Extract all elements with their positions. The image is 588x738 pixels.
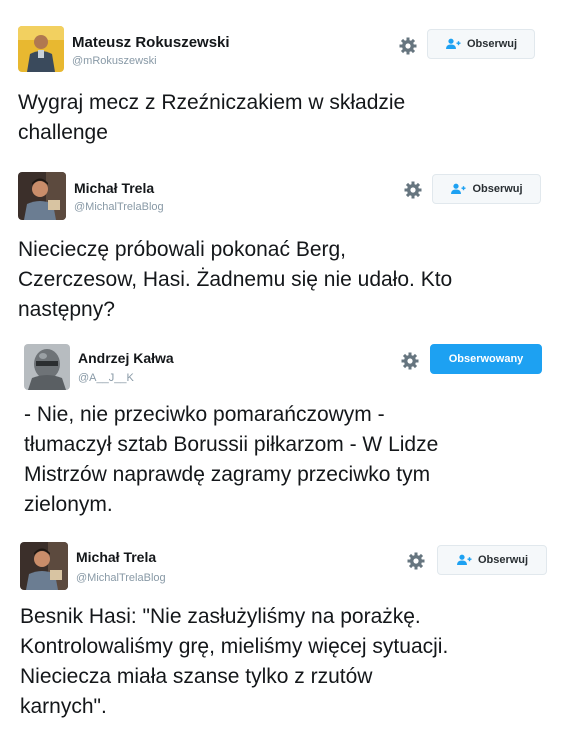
tweet-text-line: Niecieczę próbowali pokonać Berg, bbox=[18, 238, 347, 261]
follow-button[interactable]: Obserwuj bbox=[427, 29, 535, 59]
tweet-text: Besnik Hasi: "Nie zasłużyliśmy na porażk… bbox=[20, 602, 448, 722]
tweet-1: Mateusz Rokuszewski @mRokuszewski Obserw… bbox=[0, 0, 588, 160]
gear-icon[interactable] bbox=[403, 180, 423, 200]
follow-button[interactable]: Obserwuj bbox=[432, 174, 541, 204]
tweet-text-line: Besnik Hasi: "Nie zasłużyliśmy na porażk… bbox=[20, 605, 421, 628]
tweet-text-line: karnych". bbox=[20, 695, 107, 718]
add-user-icon bbox=[451, 183, 466, 194]
tweet-text-line: następny? bbox=[18, 298, 115, 321]
tweet-text: - Nie, nie przeciwko pomarańczowym - tłu… bbox=[24, 400, 438, 520]
tweet-text-line: Czerczesow, Hasi. Żadnemu się nie udało.… bbox=[18, 268, 453, 291]
tweet-text-line: zielonym. bbox=[24, 493, 113, 516]
avatar[interactable] bbox=[18, 26, 64, 72]
following-button[interactable]: Obserwowany bbox=[430, 344, 542, 374]
follow-button-label: Obserwuj bbox=[477, 554, 529, 566]
following-button-label: Obserwowany bbox=[448, 353, 524, 365]
avatar[interactable] bbox=[18, 172, 66, 220]
author-name[interactable]: Michał Trela bbox=[74, 180, 154, 196]
author-handle[interactable]: @MichalTrelaBlog bbox=[74, 201, 164, 213]
author-name[interactable]: Michał Trela bbox=[76, 549, 156, 565]
tweet-text-line: Kontrolowaliśmy grę, mieliśmy więcej syt… bbox=[20, 635, 449, 658]
author-name[interactable]: Andrzej Kałwa bbox=[78, 350, 174, 366]
avatar[interactable] bbox=[24, 344, 70, 390]
gear-icon[interactable] bbox=[406, 551, 426, 571]
tweet-text-line: - Nie, nie przeciwko pomarańczowym - bbox=[24, 403, 385, 426]
author-handle[interactable]: @mRokuszewski bbox=[72, 55, 157, 67]
tweet-text: Niecieczę próbowali pokonać Berg, Czercz… bbox=[18, 235, 452, 325]
author-handle[interactable]: @MichalTrelaBlog bbox=[76, 572, 166, 584]
gear-icon[interactable] bbox=[398, 36, 418, 56]
add-user-icon bbox=[456, 554, 472, 565]
tweet-text-line: tłumaczył sztab Borussii piłkarzom - W L… bbox=[24, 433, 439, 456]
tweet-text-line: Mistrzów naprawdę zagramy przeciwko tym bbox=[24, 463, 431, 486]
tweet-text-line: Nieciecza miała szanse tylko z rzutów bbox=[20, 665, 373, 688]
avatar[interactable] bbox=[20, 542, 68, 590]
follow-button-label: Obserwuj bbox=[466, 38, 518, 50]
follow-button[interactable]: Obserwuj bbox=[437, 545, 547, 575]
tweet-text: Wygraj mecz z Rzeźniczakiem w składzie c… bbox=[18, 88, 405, 148]
author-handle[interactable]: @A__J__K bbox=[78, 372, 134, 384]
gear-icon[interactable] bbox=[400, 351, 420, 371]
follow-button-label: Obserwuj bbox=[472, 183, 523, 195]
tweet-text-line: Wygraj mecz z Rzeźniczakiem w składzie bbox=[18, 91, 406, 114]
author-name[interactable]: Mateusz Rokuszewski bbox=[72, 34, 230, 51]
tweet-text-line: challenge bbox=[18, 121, 108, 144]
add-user-icon bbox=[445, 38, 461, 49]
